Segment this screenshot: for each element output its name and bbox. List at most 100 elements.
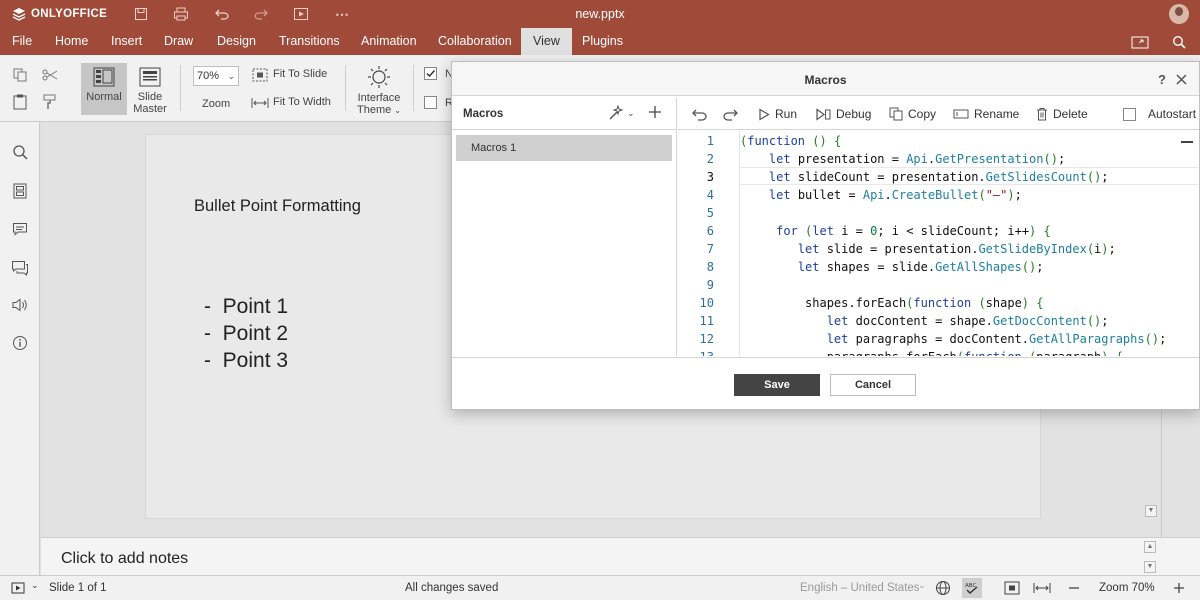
- autostart-toggle[interactable]: Autostart: [1123, 105, 1196, 123]
- fit-to-width-icon[interactable]: [250, 93, 270, 113]
- slides-panel-icon[interactable]: [10, 181, 30, 201]
- code-line-text: shapes.forEach(function (shape) {: [740, 296, 1044, 310]
- tab-plugins[interactable]: Plugins: [580, 28, 625, 55]
- ai-macro-button[interactable]: ⌄: [608, 105, 635, 121]
- fit-to-slide-icon[interactable]: [1003, 580, 1021, 596]
- tab-file[interactable]: File: [10, 28, 34, 55]
- copy-icon: [889, 107, 903, 121]
- code-line[interactable]: 4 let bullet = Api.CreateBullet("–");: [678, 186, 1199, 204]
- dialog-title: Macros: [804, 73, 847, 87]
- line-number: 7: [706, 242, 714, 256]
- tab-transitions[interactable]: Transitions: [277, 28, 342, 55]
- code-line[interactable]: 10 shapes.forEach(function (shape) {: [678, 294, 1199, 312]
- audio-icon[interactable]: [10, 295, 30, 315]
- interface-theme-label-2: Theme: [356, 104, 392, 116]
- rename-button[interactable]: Rename: [953, 105, 1019, 123]
- tab-animation[interactable]: Animation: [359, 28, 419, 55]
- run-button[interactable]: Run: [758, 105, 797, 123]
- scroll-up-icon[interactable]: ▲: [1144, 541, 1156, 553]
- code-line[interactable]: 11 let docContent = shape.GetDocContent(…: [678, 312, 1199, 330]
- tab-insert[interactable]: Insert: [109, 28, 144, 55]
- delete-button[interactable]: Delete: [1036, 105, 1088, 123]
- play-slideshow-icon[interactable]: [10, 580, 28, 596]
- code-line-text: let docContent = shape.GetDocContent();: [826, 314, 1109, 328]
- tab-draw[interactable]: Draw: [162, 28, 195, 55]
- code-line[interactable]: 2 let presentation = Api.GetPresentation…: [678, 150, 1199, 168]
- code-line[interactable]: 9: [678, 276, 1199, 294]
- scroll-down-icon[interactable]: ▼: [1144, 561, 1156, 573]
- slide-counter: Slide 1 of 1: [49, 582, 107, 594]
- bullet-list[interactable]: - Point 1 - Point 2 - Point 3: [204, 293, 288, 374]
- debug-button[interactable]: Debug: [816, 105, 871, 123]
- chevron-down-icon[interactable]: ⌄: [918, 580, 926, 591]
- autostart-checkbox[interactable]: [1123, 107, 1136, 121]
- search-icon[interactable]: [1170, 33, 1188, 51]
- normal-view-button[interactable]: Normal: [81, 63, 127, 115]
- rulers-checkbox[interactable]: [424, 96, 437, 109]
- rename-label: Rename: [974, 107, 1020, 121]
- redo-icon: [723, 109, 738, 121]
- line-number: 2: [706, 152, 714, 166]
- zoom-select[interactable]: 70% ⌄: [193, 66, 239, 86]
- help-icon[interactable]: ?: [1154, 71, 1170, 87]
- scroll-down-icon[interactable]: ▼: [1145, 505, 1157, 517]
- tab-design[interactable]: Design: [215, 28, 258, 55]
- chat-icon[interactable]: [10, 258, 30, 278]
- copy-label: Copy: [908, 107, 937, 121]
- globe-icon[interactable]: [934, 580, 952, 596]
- slide-title[interactable]: Bullet Point Formatting: [194, 197, 361, 216]
- code-line[interactable]: 7 let slide = presentation.GetSlideByInd…: [678, 240, 1199, 258]
- slide-master-button[interactable]: Slide Master: [127, 63, 173, 115]
- code-line[interactable]: 13 paragraphs.forEach(function (paragrap…: [678, 348, 1199, 356]
- code-line-text: let shapes = slide.GetAllShapes();: [797, 260, 1044, 274]
- interface-theme-label-1: Interface: [357, 92, 401, 104]
- fit-to-slide-button[interactable]: Fit To Slide: [273, 68, 327, 80]
- trash-icon: [1037, 108, 1047, 121]
- zoom-label: Zoom: [202, 98, 231, 110]
- status-bar: ⌄ Slide 1 of 1 All changes saved English…: [0, 575, 1200, 600]
- paste-icon[interactable]: [10, 92, 30, 112]
- spellcheck-icon[interactable]: ABC: [962, 578, 982, 598]
- macro-list-item[interactable]: Macros 1: [456, 135, 672, 161]
- interface-theme-button[interactable]: Interface Theme ⌄: [356, 63, 402, 117]
- slide-master-label-1: Slide: [137, 91, 163, 103]
- notes-scrollbar[interactable]: ▲ ▼: [1144, 537, 1200, 575]
- user-avatar[interactable]: [1169, 4, 1189, 24]
- add-macro-button[interactable]: [648, 105, 662, 119]
- code-line[interactable]: 1 (function () {: [678, 132, 1199, 150]
- code-line[interactable]: 12 let paragraphs = docContent.GetAllPar…: [678, 330, 1199, 348]
- code-line-text: paragraphs.forEach(function (paragraph) …: [740, 348, 1123, 356]
- code-line[interactable]: 8 let shapes = slide.GetAllShapes();: [678, 258, 1199, 276]
- open-location-icon[interactable]: [1131, 33, 1149, 51]
- editor-redo-button[interactable]: [723, 105, 738, 123]
- notes-placeholder[interactable]: Click to add notes: [61, 550, 188, 568]
- code-line[interactable]: 3 let slideCount = presentation.GetSlide…: [678, 168, 1199, 186]
- search-icon[interactable]: [10, 142, 30, 162]
- fit-to-width-button[interactable]: Fit To Width: [273, 96, 331, 108]
- code-line[interactable]: 6 for (let i = 0; i < slideCount; i++) {: [678, 222, 1199, 240]
- cancel-button[interactable]: Cancel: [830, 374, 916, 396]
- copy-icon[interactable]: [10, 65, 30, 85]
- tab-home[interactable]: Home: [53, 28, 90, 55]
- fit-to-width-icon[interactable]: [1033, 580, 1051, 596]
- format-painter-icon[interactable]: [40, 92, 60, 112]
- zoom-out-icon[interactable]: [1065, 580, 1083, 596]
- save-button[interactable]: Save: [734, 374, 820, 396]
- notes-panel[interactable]: Click to add notes: [41, 537, 1161, 575]
- code-editor[interactable]: 1 (function () {2 let presentation = Api.…: [678, 131, 1199, 356]
- zoom-in-icon[interactable]: [1170, 580, 1188, 596]
- tab-collaboration[interactable]: Collaboration: [436, 28, 514, 55]
- comments-icon[interactable]: [10, 219, 30, 239]
- editor-undo-button[interactable]: [692, 105, 707, 123]
- cut-icon[interactable]: [40, 65, 60, 85]
- language-select[interactable]: English – United States: [800, 582, 920, 594]
- close-icon[interactable]: [1173, 71, 1189, 87]
- notes-checkbox[interactable]: [424, 67, 437, 80]
- tab-view[interactable]: View: [521, 28, 572, 55]
- copy-button[interactable]: Copy: [889, 105, 936, 123]
- code-line[interactable]: 5: [678, 204, 1199, 222]
- line-number: 1: [706, 134, 714, 148]
- info-icon[interactable]: [10, 333, 30, 353]
- chevron-down-icon[interactable]: ⌄: [31, 580, 39, 591]
- fit-to-slide-icon[interactable]: [250, 65, 270, 85]
